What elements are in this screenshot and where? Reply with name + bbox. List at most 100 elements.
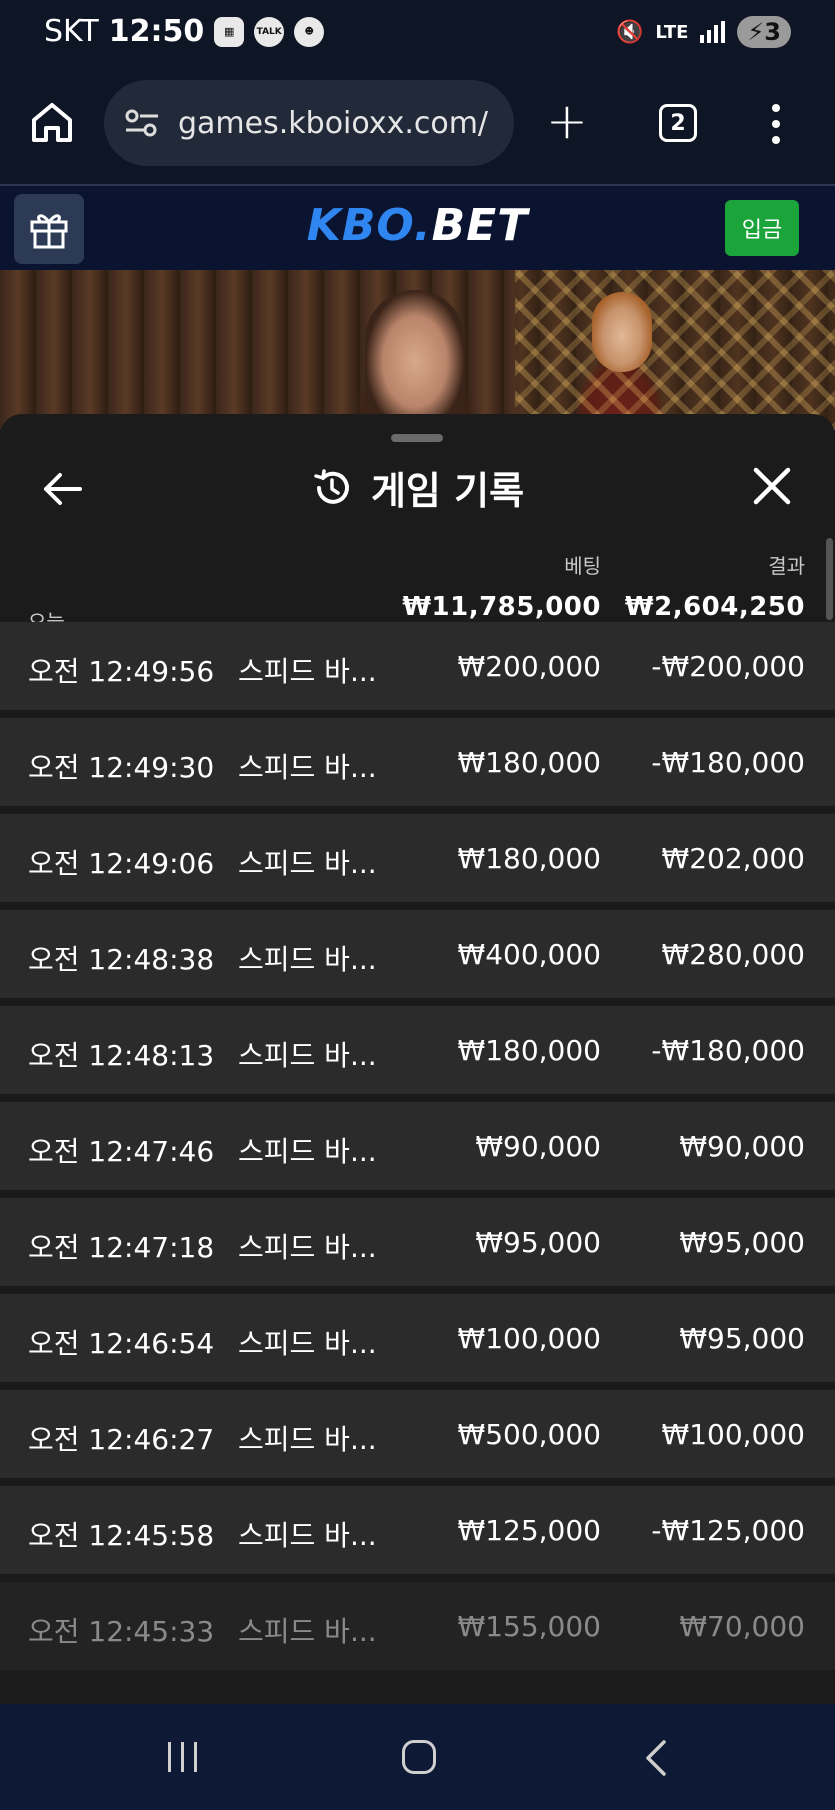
game-history-panel: 게임 기록 베팅 결과 오늘 ₩11,785,000 ₩2,604,250 오전… bbox=[0, 414, 835, 1704]
row-time: 오전 12:45:58 bbox=[28, 1519, 215, 1552]
network-label: LTE bbox=[655, 21, 689, 43]
row-time: 오전 12:47:46 bbox=[28, 1135, 215, 1168]
row-game: 스피드 바... bbox=[238, 1615, 377, 1648]
row-result: ₩90,000 bbox=[679, 1130, 805, 1163]
tab-count: 2 bbox=[670, 110, 686, 136]
app-notification-icon: ▦ bbox=[214, 16, 245, 47]
battery-level: 3 bbox=[764, 18, 781, 46]
logo-bet: BET bbox=[431, 200, 529, 251]
row-bet: ₩90,000 bbox=[475, 1130, 601, 1163]
row-result: ₩95,000 bbox=[679, 1322, 805, 1355]
row-bet: ₩180,000 bbox=[457, 842, 601, 875]
total-bet: ₩11,785,000 bbox=[402, 592, 601, 622]
row-time: 오전 12:48:38 bbox=[28, 943, 215, 976]
status-left: SKT 12:50 ▦ TALK ☻ bbox=[44, 14, 325, 49]
row-result: ₩95,000 bbox=[679, 1226, 805, 1259]
url-text[interactable]: games.kboioxx.com/ bbox=[178, 106, 488, 141]
row-game: 스피드 바... bbox=[238, 1135, 377, 1168]
row-game: 스피드 바... bbox=[238, 1423, 377, 1456]
row-bet: ₩180,000 bbox=[457, 1034, 601, 1067]
row-time: 오전 12:47:18 bbox=[28, 1231, 215, 1264]
row-result: -₩180,000 bbox=[651, 1034, 805, 1067]
site-logo[interactable]: KBO.BET bbox=[0, 200, 835, 251]
row-time: 오전 12:46:54 bbox=[28, 1327, 215, 1360]
new-tab-button[interactable]: + bbox=[546, 96, 588, 146]
history-row[interactable]: 오전 12:45:33 스피드 바... ₩155,000 ₩70,000 bbox=[0, 1582, 835, 1670]
row-result: ₩280,000 bbox=[661, 938, 805, 971]
panel-title: 게임 기록 bbox=[0, 460, 835, 515]
total-result: ₩2,604,250 bbox=[624, 592, 805, 622]
status-right: 🔇 LTE ⚡3 bbox=[616, 16, 791, 48]
result-column-header: 결과 bbox=[768, 554, 805, 578]
row-game: 스피드 바... bbox=[238, 1231, 377, 1264]
live-video bbox=[0, 270, 835, 430]
close-button[interactable] bbox=[752, 466, 792, 506]
row-game: 스피드 바... bbox=[238, 847, 377, 880]
row-game: 스피드 바... bbox=[238, 751, 377, 784]
close-icon bbox=[753, 467, 791, 505]
more-vert-icon[interactable] bbox=[772, 104, 780, 144]
row-bet: ₩200,000 bbox=[457, 650, 601, 683]
history-row[interactable]: 오전 12:46:27 스피드 바... ₩500,000 ₩100,000 bbox=[0, 1390, 835, 1478]
chevron-left-icon bbox=[646, 1740, 666, 1776]
history-list: 오전 12:49:56 스피드 바... ₩200,000 -₩200,000 … bbox=[0, 622, 835, 1678]
row-bet: ₩180,000 bbox=[457, 746, 601, 779]
system-back-button[interactable] bbox=[636, 1738, 676, 1778]
row-result: -₩125,000 bbox=[651, 1514, 805, 1547]
row-bet: ₩95,000 bbox=[475, 1226, 601, 1259]
row-time: 오전 12:48:13 bbox=[28, 1039, 215, 1072]
deposit-button[interactable]: 입금 bbox=[725, 200, 799, 256]
row-game: 스피드 바... bbox=[238, 943, 377, 976]
background-dealer-figure bbox=[592, 292, 652, 372]
row-game: 스피드 바... bbox=[238, 1519, 377, 1552]
ninja-app-icon: ☻ bbox=[294, 16, 325, 47]
drag-handle[interactable] bbox=[391, 434, 443, 442]
panel-title-text: 게임 기록 bbox=[370, 469, 525, 513]
tabs-button[interactable]: 2 bbox=[659, 104, 697, 142]
row-result: -₩200,000 bbox=[651, 650, 805, 683]
clock: 12:50 bbox=[108, 14, 205, 49]
row-result: ₩202,000 bbox=[661, 842, 805, 875]
logo-kbo: KBO. bbox=[306, 200, 432, 251]
history-icon bbox=[314, 468, 349, 504]
system-nav-bar bbox=[0, 1704, 835, 1810]
mute-icon: 🔇 bbox=[615, 19, 644, 45]
history-row[interactable]: 오전 12:49:06 스피드 바... ₩180,000 ₩202,000 bbox=[0, 814, 835, 902]
scrollbar[interactable] bbox=[826, 538, 833, 620]
row-game: 스피드 바... bbox=[238, 1327, 377, 1360]
history-row[interactable]: 오전 12:49:30 스피드 바... ₩180,000 -₩180,000 bbox=[0, 718, 835, 806]
history-row[interactable]: 오전 12:45:58 스피드 바... ₩125,000 -₩125,000 bbox=[0, 1486, 835, 1574]
history-row[interactable]: 오전 12:47:18 스피드 바... ₩95,000 ₩95,000 bbox=[0, 1198, 835, 1286]
recent-apps-button[interactable] bbox=[168, 1742, 197, 1772]
row-game: 스피드 바... bbox=[238, 1039, 377, 1072]
row-time: 오전 12:49:56 bbox=[28, 655, 215, 688]
row-bet: ₩500,000 bbox=[457, 1418, 601, 1451]
dealer-figure bbox=[365, 290, 465, 420]
row-bet: ₩400,000 bbox=[457, 938, 601, 971]
history-row[interactable]: 오전 12:47:46 스피드 바... ₩90,000 ₩90,000 bbox=[0, 1102, 835, 1190]
history-row[interactable]: 오전 12:49:56 스피드 바... ₩200,000 -₩200,000 bbox=[0, 622, 835, 710]
battery-indicator: ⚡3 bbox=[737, 16, 791, 48]
row-bet: ₩125,000 bbox=[457, 1514, 601, 1547]
history-row[interactable]: 오전 12:48:13 스피드 바... ₩180,000 -₩180,000 bbox=[0, 1006, 835, 1094]
browser-toolbar: games.kboioxx.com/ + 2 bbox=[0, 70, 835, 184]
row-time: 오전 12:46:27 bbox=[28, 1423, 215, 1456]
signal-icon bbox=[700, 21, 726, 43]
home-button[interactable] bbox=[28, 98, 76, 146]
bet-column-header: 베팅 bbox=[564, 554, 601, 578]
plus-icon: + bbox=[546, 92, 588, 150]
home-icon bbox=[32, 103, 72, 142]
history-row[interactable]: 오전 12:48:38 스피드 바... ₩400,000 ₩280,000 bbox=[0, 910, 835, 998]
history-row[interactable]: 오전 12:46:54 스피드 바... ₩100,000 ₩95,000 bbox=[0, 1294, 835, 1382]
row-game: 스피드 바... bbox=[238, 655, 377, 688]
row-result: ₩70,000 bbox=[679, 1610, 805, 1643]
video-background-pattern bbox=[515, 270, 835, 430]
tune-icon[interactable] bbox=[124, 108, 160, 138]
address-bar[interactable]: games.kboioxx.com/ bbox=[104, 80, 514, 166]
status-bar: SKT 12:50 ▦ TALK ☻ 🔇 LTE ⚡3 bbox=[0, 0, 835, 70]
kakaotalk-icon: TALK bbox=[254, 16, 285, 47]
row-time: 오전 12:45:33 bbox=[28, 1615, 215, 1648]
carrier-label: SKT bbox=[44, 14, 99, 49]
system-home-button[interactable] bbox=[402, 1740, 436, 1774]
row-bet: ₩100,000 bbox=[457, 1322, 601, 1355]
